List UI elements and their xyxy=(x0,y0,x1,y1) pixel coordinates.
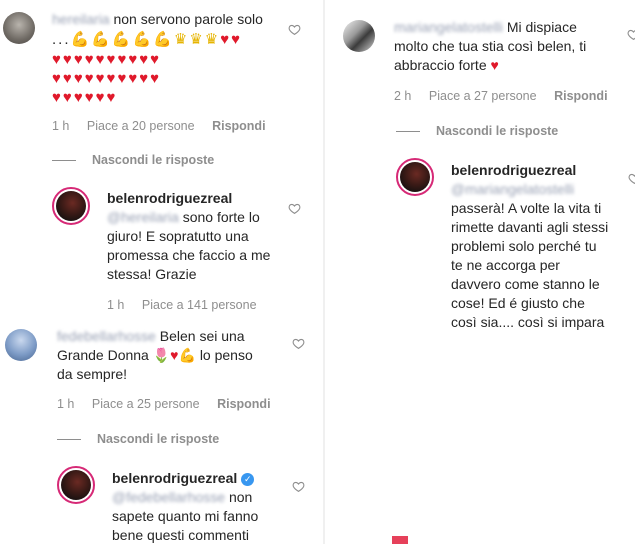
reply-button[interactable]: Rispondi xyxy=(212,119,265,133)
emoji-line: ...💪💪💪💪💪♛♛♛♥♥ xyxy=(52,31,243,48)
divider-line xyxy=(52,160,76,162)
hide-replies-button[interactable]: Nascondi le risposte xyxy=(396,124,558,138)
reply-button[interactable]: Rispondi xyxy=(217,397,270,411)
username[interactable]: fedebellarhosse xyxy=(57,328,156,344)
muscle-emoji-icon: 💪💪💪💪💪 xyxy=(70,31,174,48)
like-heart-icon[interactable] xyxy=(292,337,305,350)
comment-text: mariangelatostelli Mi dispiace molto che… xyxy=(394,19,587,73)
comment-meta: 1 h Piace a 25 persone Rispondi xyxy=(57,397,285,411)
likes-count[interactable]: Piace a 27 persone xyxy=(429,89,537,103)
mention[interactable]: @fedebellarhosse xyxy=(112,489,225,505)
mention[interactable]: @mariangelatostelli xyxy=(451,181,574,197)
timestamp: 1 h xyxy=(107,298,125,312)
flower-heart-muscle-emoji-icon: 🌷♥💪 xyxy=(152,347,196,363)
username[interactable]: hereilaria xyxy=(52,11,110,27)
verified-badge-icon: ✓ xyxy=(241,473,255,486)
reply-button[interactable]: Rispondi xyxy=(554,89,607,103)
divider-line xyxy=(57,439,81,441)
like-heart-icon[interactable] xyxy=(628,172,635,185)
heart-emoji-icon: ♥♥ xyxy=(220,31,243,48)
timestamp: 1 h xyxy=(57,397,75,411)
reply-text: belenrodriguezreal ✓ @fedebellarhosse non… xyxy=(112,470,259,543)
heart-emoji-row: ♥♥♥♥♥♥♥♥♥♥ xyxy=(52,70,162,87)
crown-emoji-icon: ♛♛♛ xyxy=(173,31,221,48)
column-divider xyxy=(323,0,325,544)
comment-text: fedebellarhosse Belen sei una Grande Don… xyxy=(57,328,253,382)
username[interactable]: belenrodriguezreal xyxy=(112,470,237,486)
comment-meta: 1 h Piace a 20 persone Rispondi xyxy=(52,119,280,133)
avatar[interactable] xyxy=(57,466,95,504)
avatar[interactable] xyxy=(396,158,434,196)
comment-text: hereilaria non servono parole solo xyxy=(52,11,263,27)
reply-text: belenrodriguezreal @mariangelatostelli p… xyxy=(451,162,609,330)
mention[interactable]: @hereilaria xyxy=(107,209,179,225)
timestamp: 1 h xyxy=(52,119,70,133)
like-heart-icon[interactable] xyxy=(288,23,301,36)
like-heart-icon[interactable] xyxy=(288,202,301,215)
reply-meta: 1 h Piace a 141 persone xyxy=(107,298,271,312)
timestamp: 2 h xyxy=(394,89,412,103)
hide-replies-button[interactable]: Nascondi le risposte xyxy=(52,153,214,167)
likes-count[interactable]: Piace a 141 persone xyxy=(142,298,257,312)
avatar[interactable] xyxy=(52,187,90,225)
username[interactable]: belenrodriguezreal xyxy=(451,162,576,178)
likes-count[interactable]: Piace a 20 persone xyxy=(87,119,195,133)
like-heart-icon[interactable] xyxy=(627,28,635,41)
likes-count[interactable]: Piace a 25 persone xyxy=(92,397,200,411)
hide-replies-button[interactable]: Nascondi le risposte xyxy=(57,432,219,446)
avatar[interactable] xyxy=(343,20,375,52)
avatar[interactable] xyxy=(3,12,35,44)
heart-emoji-icon: ♥ xyxy=(490,57,499,73)
heart-emoji-row: ♥♥♥♥♥♥ xyxy=(52,89,118,106)
like-heart-icon[interactable] xyxy=(292,480,305,493)
heart-emoji-row: ♥♥♥♥♥♥♥♥♥♥ xyxy=(52,51,162,68)
divider-line xyxy=(396,131,420,133)
username[interactable]: mariangelatostelli xyxy=(394,19,503,35)
reply-text: belenrodriguezreal @hereilaria sono fort… xyxy=(107,190,271,282)
comment-meta: 2 h Piace a 27 persone Rispondi xyxy=(394,89,622,103)
username[interactable]: belenrodriguezreal xyxy=(107,190,232,206)
partial-image-thumbnail xyxy=(392,536,408,544)
avatar[interactable] xyxy=(5,329,37,361)
